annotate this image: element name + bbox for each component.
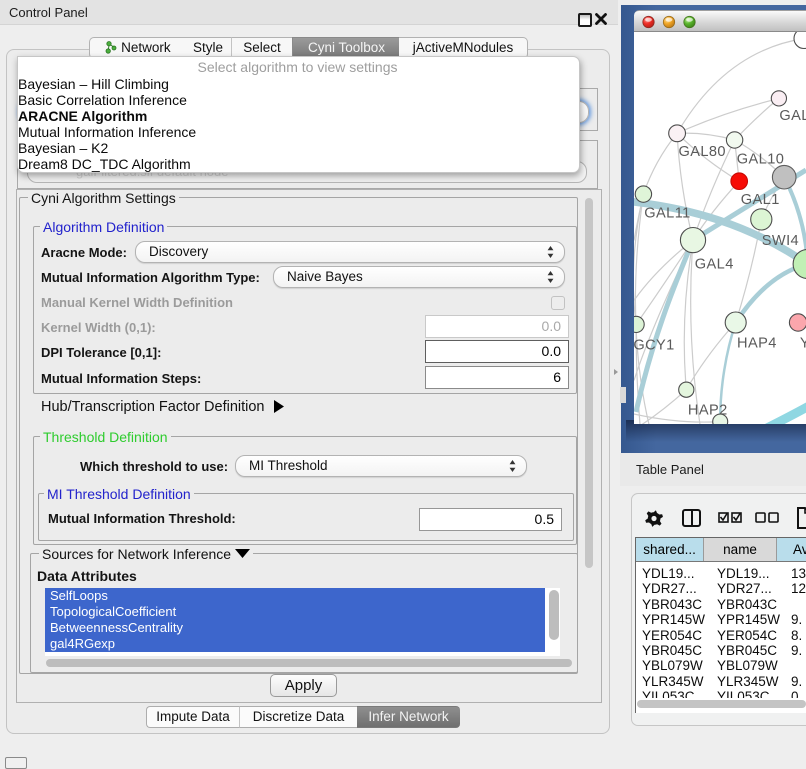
svg-text:GAL4: GAL4	[695, 257, 734, 273]
svg-text:GAL80: GAL80	[679, 144, 726, 160]
svg-text:GAL1: GAL1	[741, 192, 780, 208]
svg-text:YI: YI	[800, 336, 806, 352]
svg-text:GAL10: GAL10	[737, 151, 784, 167]
svg-text:HAP2: HAP2	[688, 403, 728, 419]
svg-text:SWI4: SWI4	[762, 233, 799, 249]
svg-text:GAL11: GAL11	[644, 206, 690, 222]
svg-text:GCY1: GCY1	[634, 338, 675, 354]
svg-text:HAP4: HAP4	[737, 335, 777, 351]
svg-text:GAL7: GAL7	[779, 108, 806, 124]
